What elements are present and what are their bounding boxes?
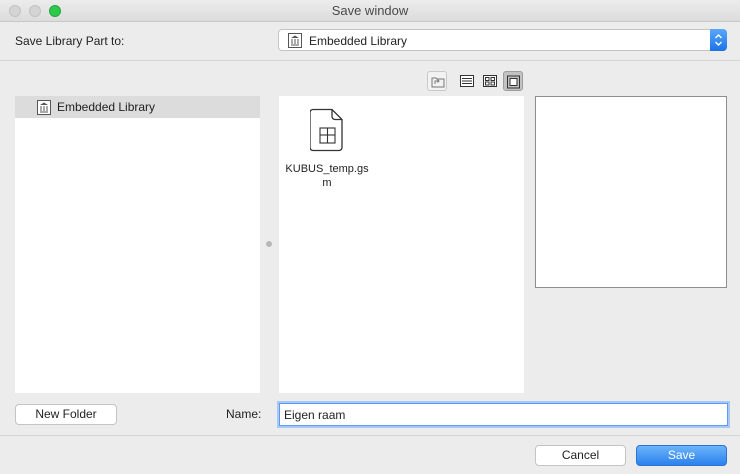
grid-view-icon[interactable] bbox=[480, 71, 500, 91]
window-title: Save window bbox=[331, 3, 409, 18]
save-to-row: Save Library Part to: Embedded Library bbox=[0, 23, 740, 61]
location-select[interactable]: Embedded Library bbox=[278, 29, 727, 51]
library-icon bbox=[37, 100, 51, 115]
library-tree-panel: Embedded Library bbox=[15, 96, 260, 393]
name-label: Name: bbox=[226, 407, 262, 421]
tree-item-embedded-library[interactable]: Embedded Library bbox=[15, 96, 260, 118]
view-toolbar bbox=[427, 71, 527, 91]
preview-view-icon[interactable] bbox=[503, 71, 523, 91]
new-folder-button[interactable]: New Folder bbox=[15, 404, 117, 425]
location-select-value: Embedded Library bbox=[309, 34, 408, 48]
save-button[interactable]: Save bbox=[636, 445, 727, 466]
file-name: KUBUS_temp.gsm bbox=[285, 163, 369, 189]
chevron-updown-icon[interactable] bbox=[710, 29, 727, 51]
cancel-button[interactable]: Cancel bbox=[535, 445, 626, 466]
split-view-handle[interactable] bbox=[266, 241, 272, 247]
tree-item-label: Embedded Library bbox=[57, 100, 156, 114]
preview-pane bbox=[535, 96, 727, 288]
folder-up-icon[interactable] bbox=[427, 71, 447, 91]
gsm-file-icon bbox=[310, 108, 343, 152]
file-browser-panel: KUBUS_temp.gsm bbox=[279, 96, 524, 393]
library-icon bbox=[288, 33, 302, 48]
footer-divider bbox=[0, 435, 740, 436]
save-to-label: Save Library Part to: bbox=[15, 34, 125, 48]
name-input[interactable] bbox=[279, 403, 728, 426]
file-item[interactable]: KUBUS_temp.gsm bbox=[285, 106, 369, 192]
title-bar: Save window bbox=[0, 0, 740, 22]
list-view-icon[interactable] bbox=[457, 71, 477, 91]
